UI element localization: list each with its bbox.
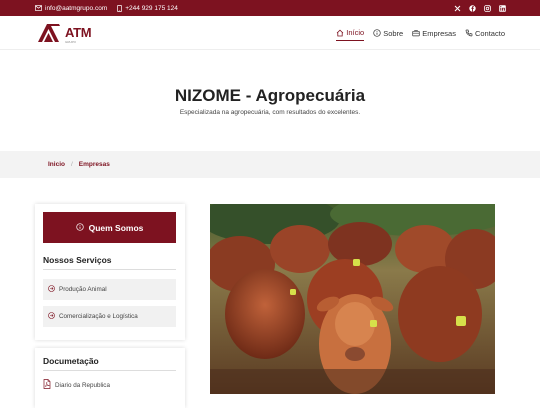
instagram-icon[interactable] bbox=[484, 4, 491, 12]
nav-contact-label: Contacto bbox=[474, 28, 505, 38]
cattle-image bbox=[210, 204, 495, 394]
page-subtitle: Especializada na agropecuária, com resul… bbox=[179, 109, 361, 116]
nav-contact[interactable]: Contacto bbox=[465, 28, 505, 41]
logo-subtext: GRUPO bbox=[65, 40, 77, 44]
doc-item-diario-republica[interactable]: Diario da Republica bbox=[43, 379, 177, 391]
nav-home-label: Início bbox=[346, 28, 365, 37]
documentation-title: Documetação bbox=[43, 356, 99, 366]
nav-about[interactable]: Sobre bbox=[373, 28, 403, 41]
services-card: Quem Somos Nossos Serviços Produção Anim… bbox=[35, 204, 185, 340]
x-icon[interactable] bbox=[454, 5, 461, 12]
service-item-commerce-logistics[interactable]: Comercialização e Logística bbox=[43, 306, 176, 327]
linkedin-icon[interactable] bbox=[499, 4, 506, 12]
email-text: info@aatmgrupo.com bbox=[45, 4, 108, 12]
facebook-icon[interactable] bbox=[469, 4, 476, 12]
phone-icon bbox=[465, 29, 473, 37]
mobile-icon bbox=[117, 4, 123, 12]
mail-icon bbox=[35, 5, 42, 11]
nav-home[interactable]: Início bbox=[336, 28, 365, 41]
briefcase-icon bbox=[412, 29, 420, 37]
service-item-animal-production[interactable]: Produção Animal bbox=[43, 279, 176, 300]
phone-text: +244 929 175 124 bbox=[125, 4, 178, 12]
service-label: Comercialização e Logística bbox=[59, 313, 138, 320]
logo-mark-icon bbox=[38, 24, 64, 47]
page-title: NIZOME - Agropecuária bbox=[174, 86, 366, 105]
nav-companies[interactable]: Empresas bbox=[412, 28, 456, 41]
about-us-label: Quem Somos bbox=[88, 222, 144, 233]
divider bbox=[43, 269, 176, 270]
phone-link[interactable]: +244 929 175 124 bbox=[117, 5, 178, 12]
services-title: Nossos Serviços bbox=[43, 255, 112, 265]
service-label: Produção Animal bbox=[59, 286, 107, 293]
info-icon bbox=[75, 222, 84, 233]
email-link[interactable]: info@aatmgrupo.com bbox=[35, 5, 107, 12]
arrow-circle-icon bbox=[48, 285, 55, 294]
cattle-photo bbox=[210, 204, 495, 394]
breadcrumb-separator: / bbox=[70, 161, 73, 168]
home-icon bbox=[336, 29, 344, 37]
breadcrumb: Inicio / Empresas bbox=[0, 151, 540, 178]
site-logo[interactable]: ATM GRUPO bbox=[38, 24, 92, 47]
social-links bbox=[454, 0, 506, 16]
sidebar: Quem Somos Nossos Serviços Produção Anim… bbox=[35, 204, 185, 408]
info-icon bbox=[373, 29, 381, 37]
site-header: ATM GRUPO Início Sobre Empresas Contacto bbox=[0, 16, 540, 50]
page-hero: NIZOME - Agropecuária Especializada na a… bbox=[0, 51, 540, 151]
arrow-circle-icon bbox=[48, 312, 55, 321]
breadcrumb-home[interactable]: Inicio bbox=[48, 161, 65, 168]
breadcrumb-current: Empresas bbox=[78, 161, 110, 168]
pdf-file-icon bbox=[43, 379, 51, 391]
doc-label: Diario da Republica bbox=[55, 381, 110, 389]
top-bar: info@aatmgrupo.com +244 929 175 124 bbox=[0, 0, 540, 16]
about-us-button[interactable]: Quem Somos bbox=[43, 212, 176, 243]
divider bbox=[43, 370, 176, 371]
contact-info: info@aatmgrupo.com +244 929 175 124 bbox=[35, 0, 178, 16]
nav-about-label: Sobre bbox=[383, 28, 404, 38]
nav-companies-label: Empresas bbox=[422, 28, 456, 38]
documentation-card: Documetação Diario da Republica bbox=[35, 348, 185, 408]
logo-text: ATM bbox=[65, 25, 92, 40]
main-nav: Início Sobre Empresas Contacto bbox=[336, 28, 505, 41]
